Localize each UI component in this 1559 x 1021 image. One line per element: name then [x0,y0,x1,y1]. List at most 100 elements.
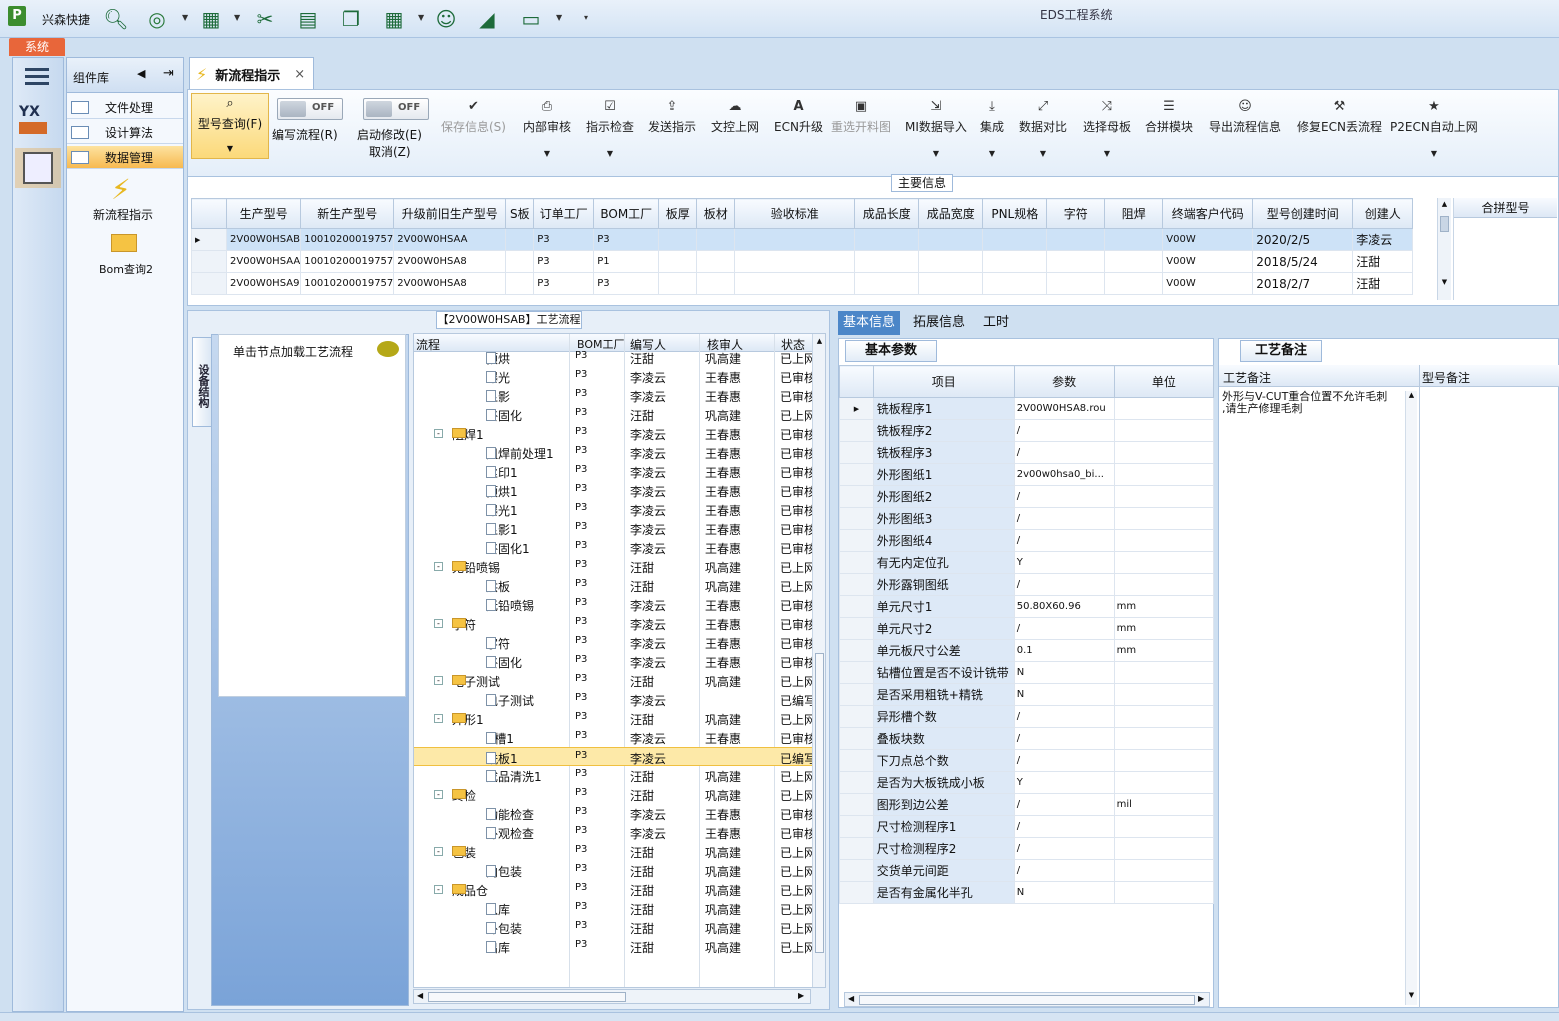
row-header[interactable] [839,749,874,772]
param-row[interactable]: 单元尺寸1 50.80X60.96 mm [839,595,1214,618]
param-row[interactable]: 外形图纸4/ [839,529,1214,552]
row-header[interactable] [839,859,874,882]
tree-step-row[interactable]: V槽1 P3 李凌云 王春惠 已审核 [414,728,825,747]
param-row[interactable]: 叠板块数 / [839,727,1214,750]
table-cell[interactable] [1046,272,1106,295]
column-header[interactable]: 订单工厂 [533,198,595,229]
integrate-button[interactable]: ⤓ 集成 ▼ [980,92,1004,172]
tab-basic-info[interactable]: 基本信息 [838,311,901,335]
tree-step-row[interactable]: 出库 P3 汪甜 巩高建 已上网 [414,937,825,956]
row-header[interactable] [839,573,874,596]
tab-extended-info[interactable]: 拓展信息 [908,311,970,335]
tree-step-row[interactable]: 显影 P3 李凌云 王春惠 已审核 [414,386,825,405]
table-cell[interactable]: 2V00W0HSA9 [225,272,302,295]
param-value[interactable]: / [1013,507,1115,530]
param-row[interactable]: 下刀点总个数 / [839,749,1214,772]
table-cell[interactable]: 李凌云 [1352,228,1414,251]
table-cell[interactable]: P3 [533,272,595,295]
component-item-data[interactable]: 数据管理 [67,146,183,169]
close-icon[interactable]: × [294,67,305,82]
table-cell[interactable] [505,228,535,251]
table-cell[interactable] [854,272,920,295]
param-row[interactable]: 单元尺寸2/mm [839,617,1214,640]
param-row[interactable]: ▶ 铣板程序1 2V00W0HSA8.rou [839,397,1214,420]
collapse-left-icon[interactable]: ◀ [137,67,145,80]
row-header[interactable] [839,595,874,618]
tree-step-row[interactable]: 终固化 P3 汪甜 巩高建 已上网 [414,405,825,424]
row-header[interactable] [839,771,874,794]
column-header[interactable]: BOM工厂 [593,198,660,229]
tree-step-row[interactable]: 终固化 P3 李凌云 王春惠 已审核 [414,652,825,671]
table-cell[interactable]: 10010200019757 [300,250,395,273]
tree-step-row[interactable]: 内包装 P3 汪甜 巩高建 已上网 [414,861,825,880]
table-cell[interactable] [918,250,984,273]
param-row[interactable]: 尺寸检测程序1/ [839,815,1214,838]
tree-step-row[interactable]: 曝光 P3 李凌云 王春惠 已审核 [414,367,825,386]
table-cell[interactable]: V00W [1162,228,1254,251]
param-value[interactable]: / [1013,419,1115,442]
yx-factory-icon[interactable]: YX [19,104,55,140]
row-header[interactable] [839,507,874,530]
column-header[interactable]: 创建人 [1352,198,1414,229]
table-cell[interactable] [505,250,535,273]
param-row[interactable]: 外形露铜图纸 / [839,573,1214,596]
column-header[interactable]: 板材 [696,198,736,229]
main-grid-scrollbar[interactable]: ▲ ▼ [1437,198,1451,300]
query-button[interactable]: ⌕ 型号查询(F) ▼ [191,93,269,159]
param-value[interactable]: 50.80X60.96 [1013,595,1115,618]
scroll-right-icon[interactable]: ▶ [798,991,804,1000]
column-header[interactable]: 字符 [1046,198,1106,229]
tree-folder-row[interactable]: - 外形1 P3 汪甜 巩高建 已上网 [414,709,825,728]
param-row[interactable]: 是否有金属化半孔 N [839,881,1214,904]
column-header[interactable]: 型号创建时间 [1252,198,1354,229]
table-cell[interactable]: P3 [593,228,660,251]
lifebuoy-icon[interactable]: ◎ [144,6,170,32]
column-header[interactable]: 参数 [1013,365,1115,398]
param-value[interactable]: N [1013,661,1115,684]
table-cell[interactable] [658,272,698,295]
export-flow-button[interactable]: ☺ 导出流程信息 [1209,92,1281,172]
param-value[interactable]: / [1013,859,1115,882]
table-cell[interactable] [658,228,698,251]
row-header[interactable] [839,463,874,486]
table-row[interactable]: ▶ 2V00W0HSAB 10010200019757 2V00W0HSAA P3 P3 V… [191,228,1414,251]
scissors-icon[interactable]: ✂ [252,6,278,32]
row-header[interactable] [839,529,874,552]
param-value[interactable]: 0.1 [1013,639,1115,662]
tree-step-row[interactable]: 无铅喷锡 P3 李凌云 王春惠 已审核 [414,595,825,614]
table-row[interactable]: 2V00W0HSAA 10010200019757 2V00W0HSA8 P3 P1 V0… [191,250,1414,273]
row-header[interactable]: ▶ [191,228,227,251]
param-value[interactable]: / [1013,815,1115,838]
param-row[interactable]: 交货单元间距 / [839,859,1214,882]
param-row[interactable]: 异形槽个数 / [839,705,1214,728]
shortcut-bom-query[interactable]: Bom查询2 [99,261,153,277]
param-row[interactable]: 是否采用粗铣+精铣 N [839,683,1214,706]
row-header[interactable] [839,639,874,662]
shortcut-new-flow[interactable]: 新流程指示 [93,206,153,223]
tab-work-hours[interactable]: 工时 [978,311,1014,335]
table-cell[interactable] [854,250,920,273]
param-row[interactable]: 钻槽位置是否不设计铣带 N [839,661,1214,684]
row-header[interactable] [191,272,227,295]
row-header[interactable]: ▶ [839,397,874,420]
reselect-cutting-button[interactable]: ▣ 重选开料图 [831,92,891,172]
tree-step-row[interactable]: 外包装 P3 汪甜 巩高建 已上网 [414,918,825,937]
table-cell[interactable] [982,250,1048,273]
start-modify-toggle[interactable]: OFF [363,98,429,120]
repair-ecn-button[interactable]: ⚒ 修复ECN丢流程 [1297,92,1382,172]
internal-review-button[interactable]: ⎙ 内部审核 ▼ [523,92,571,172]
param-value[interactable]: N [1013,881,1115,904]
row-header[interactable] [839,441,874,464]
row-header[interactable] [839,661,874,684]
column-header[interactable]: 阻焊 [1104,198,1164,229]
row-header[interactable] [839,837,874,860]
table-cell[interactable] [734,272,856,295]
param-value[interactable]: / [1013,837,1115,860]
cancel-button[interactable]: 取消(Z) [369,143,411,160]
tree-step-row[interactable]: 功能检查 P3 李凌云 王春惠 已审核 [414,804,825,823]
table-cell[interactable] [1046,250,1106,273]
param-value[interactable]: / [1013,705,1115,728]
tree-step-row[interactable]: 成品清洗1 P3 汪甜 巩高建 已上网 [414,766,825,785]
table-cell[interactable]: 2V00W0HSAA [225,250,302,273]
param-value[interactable]: N [1013,683,1115,706]
